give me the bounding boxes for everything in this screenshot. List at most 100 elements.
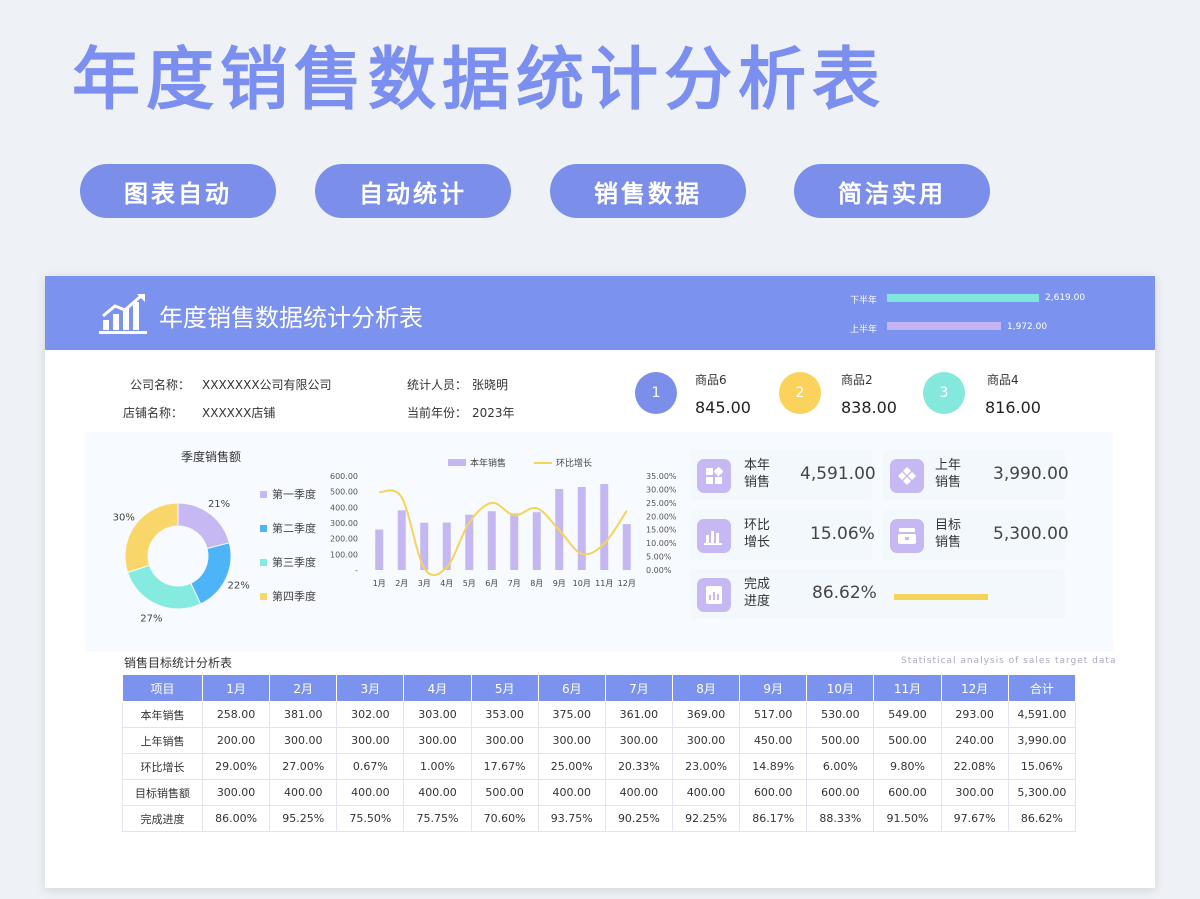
right-axis-tick: 20.00% — [646, 512, 677, 521]
table-cell: 75.50% — [336, 805, 405, 832]
donut-slice — [190, 542, 232, 605]
kpi-card-completion: 完成进度 86.62% — [690, 569, 1065, 619]
kpi-card-current-sales: 本年销售 4,591.00 — [690, 450, 876, 500]
table-cell: 4,591.00 — [1007, 701, 1077, 728]
kpi-target-label: 目标销售 — [935, 518, 962, 550]
kpi-card-last-sales: 上年销售 3,990.00 — [883, 450, 1069, 500]
table-cell: 300.00 — [269, 727, 338, 754]
left-axis-tick: 400.00 — [330, 503, 358, 512]
table-cell: 400.00 — [671, 779, 741, 806]
table-row-label: 完成进度 — [122, 805, 203, 832]
tag-simple-practical: 简洁实用 — [794, 164, 990, 218]
x-axis-tick: 11月 — [595, 579, 613, 588]
x-axis-tick: 9月 — [553, 579, 566, 588]
x-axis-tick: 12月 — [618, 579, 636, 588]
table-cell: 361.00 — [604, 701, 673, 728]
table-cell: 293.00 — [940, 701, 1009, 728]
legend-line-label: 环比增长 — [556, 457, 592, 469]
kpi-current-sales-value: 4,591.00 — [800, 464, 876, 484]
table-header-cell: 4月 — [403, 674, 472, 702]
diamond-grid-icon — [890, 459, 924, 493]
table-cell: 3,990.00 — [1007, 727, 1077, 754]
sales-sheet: 年度销售数据统计分析表 下半年 2,619.00 上半年 1,972.00 公司… — [45, 276, 1155, 888]
table-cell: 400.00 — [336, 779, 405, 806]
donut-value-label: 30% — [113, 513, 135, 524]
donut-chart-title: 季度销售额 — [181, 450, 242, 464]
donut-legend-q3-label: 第三季度 — [272, 556, 316, 569]
table-cell: 17.67% — [470, 753, 539, 780]
right-axis-tick: 30.00% — [646, 485, 677, 494]
table-header-cell: 项目 — [122, 674, 203, 702]
rank-1-value: 845.00 — [695, 398, 751, 417]
x-axis-tick: 3月 — [418, 579, 431, 588]
table-cell: 14.89% — [739, 753, 808, 780]
table-cell: 91.50% — [873, 805, 942, 832]
rank-1-badge: 1 — [635, 372, 677, 414]
kpi-completion-label: 完成进度 — [744, 577, 771, 609]
left-axis-tick: 500.00 — [330, 488, 358, 497]
page-title: 年度销售数据统计分析表 — [72, 41, 887, 120]
left-axis-tick: 100.00 — [330, 550, 358, 559]
rank-2-badge: 2 — [779, 372, 821, 414]
table-cell: 75.75% — [403, 805, 472, 832]
right-axis-tick: 15.00% — [646, 526, 677, 535]
table-cell: 530.00 — [806, 701, 875, 728]
kpi-card-target: 目标销售 5,300.00 — [883, 510, 1069, 560]
combo-legend: 本年销售 环比增长 — [448, 457, 592, 469]
sales-bar — [622, 524, 631, 570]
donut-legend-q3: 第三季度 — [260, 554, 316, 570]
kpi-growth-value: 15.06% — [810, 524, 875, 544]
left-axis-tick: 300.00 — [330, 519, 358, 528]
donut-legend-q1-label: 第一季度 — [272, 488, 316, 501]
table-cell: 88.33% — [806, 805, 875, 832]
table-cell: 300.00 — [470, 727, 539, 754]
sales-bar — [510, 513, 519, 570]
completion-progress-bar — [894, 594, 988, 600]
cash-register-icon — [890, 519, 924, 553]
donut-legend-q2-label: 第二季度 — [272, 522, 316, 535]
table-cell: 1.00% — [403, 753, 472, 780]
rank-3-value: 816.00 — [985, 398, 1041, 417]
sales-bar — [375, 529, 384, 570]
bar-chart-trend-icon — [99, 294, 147, 334]
table-cell: 500.00 — [806, 727, 875, 754]
rank-2-value: 838.00 — [841, 398, 897, 417]
right-axis-tick: 5.00% — [646, 553, 672, 562]
table-row: 环比增长 29.00% 27.00% 0.67% 1.00% 17.67% 25.00% 20… — [122, 753, 1077, 780]
table-cell: 86.17% — [739, 805, 808, 832]
table-header-cell: 合计 — [1007, 674, 1077, 702]
table-cell: 400.00 — [604, 779, 673, 806]
table-cell: 9.80% — [873, 753, 942, 780]
donut-legend-q4: 第四季度 — [260, 588, 316, 604]
right-axis-tick: 35.00% — [646, 472, 677, 481]
rank-3-badge: 3 — [923, 372, 965, 414]
table-cell: 300.00 — [336, 727, 405, 754]
donut-legend-q1: 第一季度 — [260, 486, 316, 502]
company-label: 公司名称： — [130, 378, 191, 392]
store-value: XXXXXX店铺 — [202, 406, 276, 420]
table-cell: 95.25% — [269, 805, 338, 832]
tag-chart-auto: 图表自动 — [80, 164, 276, 218]
table-cell: 70.60% — [470, 805, 539, 832]
rank-3-name: 商品4 — [987, 373, 1019, 387]
table-cell: 25.00% — [537, 753, 606, 780]
x-axis-tick: 8月 — [530, 579, 543, 588]
table-cell: 90.25% — [604, 805, 673, 832]
kpi-last-sales-value: 3,990.00 — [993, 464, 1069, 484]
table-row-label: 目标销售额 — [122, 779, 203, 806]
kpi-growth-label: 环比增长 — [744, 518, 771, 550]
year-label: 当前年份： — [407, 406, 468, 420]
left-axis-tick: - — [355, 566, 358, 575]
store-label: 店铺名称： — [123, 406, 184, 420]
table-cell: 300.00 — [537, 727, 606, 754]
donut-legend-q2: 第二季度 — [260, 520, 316, 536]
sales-bar — [577, 486, 586, 570]
table-header-cell: 6月 — [537, 674, 606, 702]
table-cell: 97.67% — [940, 805, 1009, 832]
table-row: 目标销售额 300.00 400.00 400.00 400.00 500.00 400.0… — [122, 779, 1077, 806]
table-cell: 549.00 — [873, 701, 942, 728]
table-cell: 300.00 — [604, 727, 673, 754]
table-header-cell: 5月 — [470, 674, 539, 702]
table-cell: 5,300.00 — [1007, 779, 1077, 806]
table-cell: 93.75% — [537, 805, 606, 832]
